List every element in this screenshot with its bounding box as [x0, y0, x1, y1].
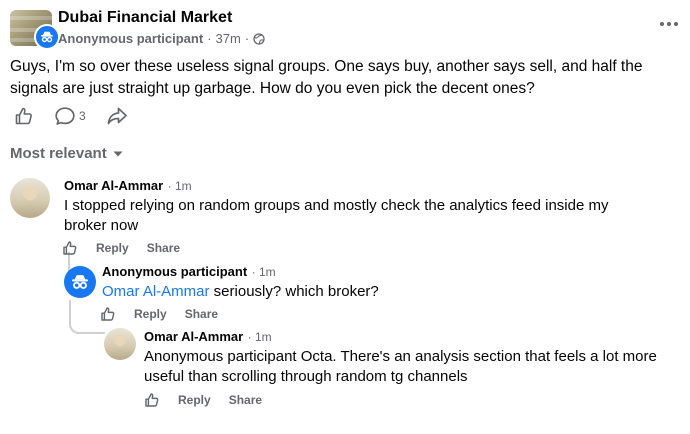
- comment-actions: Reply Share: [62, 240, 180, 256]
- mention-link[interactable]: Omar Al-Ammar: [102, 283, 210, 300]
- reply-button[interactable]: Reply: [178, 393, 211, 407]
- like-button[interactable]: [14, 106, 34, 126]
- comment-body: seriously? which broker?: [209, 283, 379, 300]
- commenter-avatar[interactable]: [10, 178, 50, 218]
- comment-actions: Reply Share: [100, 306, 218, 322]
- reply-button[interactable]: Reply: [134, 307, 167, 321]
- meta-separator: ·: [244, 31, 250, 46]
- post-meta: Anonymous participant · 37m ·: [58, 31, 265, 46]
- comment-time[interactable]: · 1m: [168, 179, 192, 193]
- share-arrow-icon: [107, 107, 127, 125]
- thumbs-up-icon[interactable]: [62, 240, 78, 256]
- anonymous-badge-icon: [34, 24, 60, 50]
- comment-time[interactable]: · 1m: [248, 330, 272, 344]
- comment-time[interactable]: · 1m: [252, 265, 276, 279]
- reply-button[interactable]: Reply: [96, 241, 129, 255]
- share-button[interactable]: Share: [185, 307, 218, 321]
- thumbs-up-icon[interactable]: [144, 392, 160, 408]
- share-button[interactable]: Share: [147, 241, 180, 255]
- comment-author[interactable]: Omar Al-Ammar: [144, 329, 243, 344]
- thumbs-up-icon[interactable]: [100, 306, 116, 322]
- globe-icon: [253, 32, 265, 45]
- dot: [667, 22, 671, 26]
- thumbs-up-icon: [15, 107, 32, 125]
- comment-count: 3: [79, 109, 86, 123]
- comment-text: Omar Al-Ammar seriously? which broker?: [102, 282, 379, 302]
- share-button[interactable]: Share: [229, 393, 262, 407]
- caret-down-icon: [113, 151, 123, 156]
- post-text: Guys, I'm so over these useless signal g…: [10, 58, 643, 97]
- comment-sort-dropdown[interactable]: Most relevant: [10, 145, 123, 162]
- dot: [674, 22, 678, 26]
- post-time[interactable]: 37m: [216, 31, 241, 46]
- reply-comment: Anonymous participant · 1m Omar Al-Ammar…: [102, 263, 379, 302]
- comment: Omar Al-Ammar · 1m I stopped relying on …: [64, 177, 624, 236]
- comment-text: I stopped relying on random groups and m…: [64, 197, 609, 234]
- comment-author[interactable]: Omar Al-Ammar: [64, 178, 163, 193]
- anonymous-avatar[interactable]: [64, 266, 96, 298]
- nested-reply-comment: Omar Al-Ammar · 1m Anonymous participant…: [144, 328, 664, 387]
- group-name[interactable]: Dubai Financial Market: [58, 9, 232, 27]
- comment-icon: [55, 107, 75, 125]
- post-actions: 3: [14, 106, 148, 126]
- comment-author[interactable]: Anonymous participant: [102, 264, 247, 279]
- more-options-button[interactable]: [656, 14, 682, 34]
- meta-separator: ·: [207, 31, 212, 46]
- comment-text: Anonymous participant Octa. There's an a…: [144, 348, 657, 385]
- dot: [660, 22, 664, 26]
- commenter-avatar[interactable]: [104, 328, 136, 360]
- anonymous-detective-icon: [72, 275, 88, 289]
- sort-label: Most relevant: [10, 145, 107, 162]
- share-button[interactable]: [106, 106, 128, 126]
- comment-actions: Reply Share: [144, 392, 262, 408]
- post-author[interactable]: Anonymous participant: [58, 31, 203, 46]
- comment-button[interactable]: 3: [54, 106, 86, 126]
